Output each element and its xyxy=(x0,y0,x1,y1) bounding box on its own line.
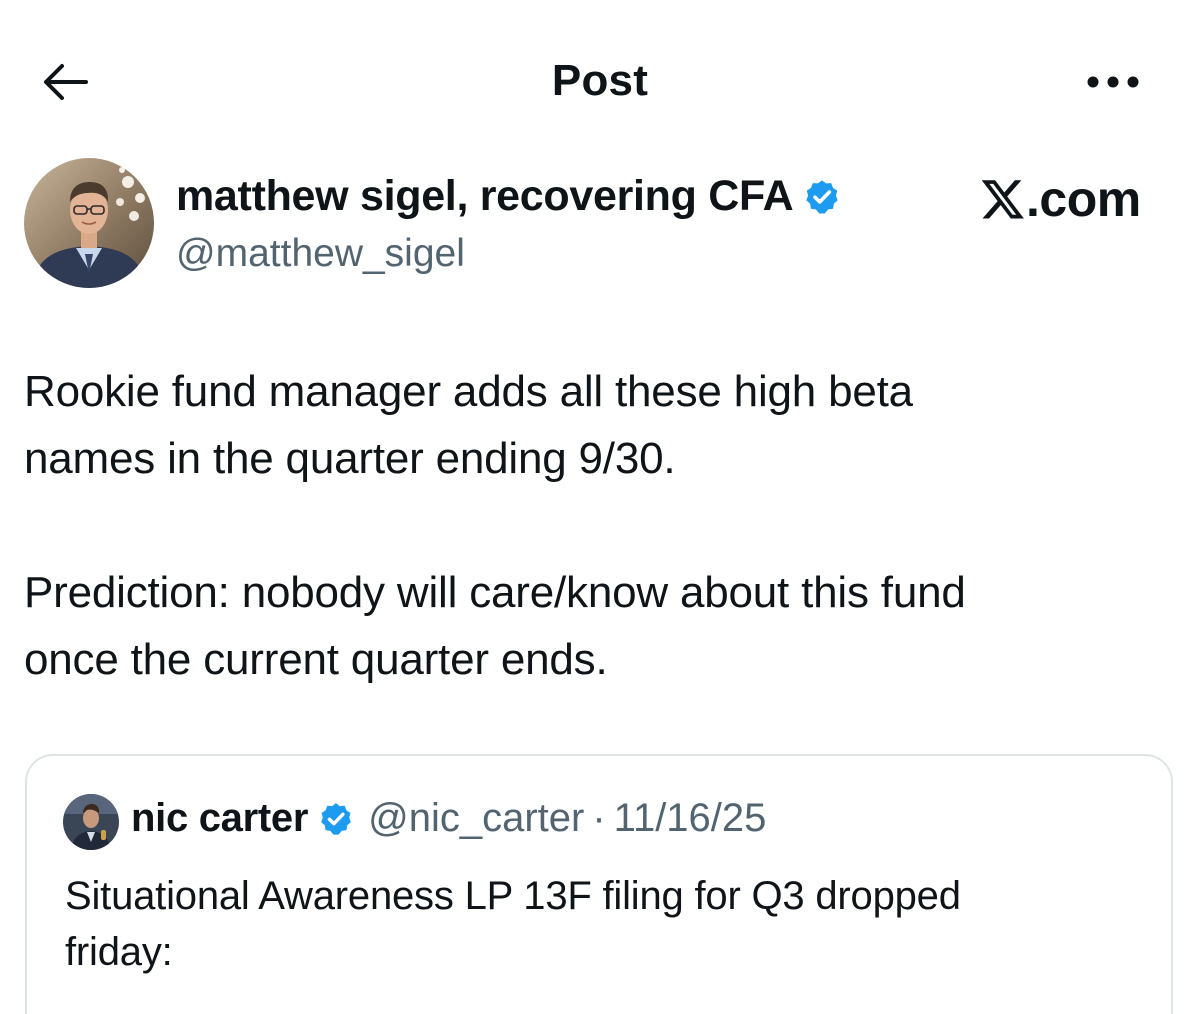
x-logo-icon xyxy=(980,176,1026,222)
quoted-text-line: friday: xyxy=(65,930,173,974)
author-block: matthew sigel, recovering CFA @matthew_s… xyxy=(24,158,1174,290)
author-name[interactable]: matthew sigel, recovering CFA xyxy=(176,172,794,221)
brand-watermark: .com xyxy=(980,170,1141,228)
quoted-post-text: Situational Awareness LP 13F filing for … xyxy=(65,868,1145,980)
post-text: Rookie fund manager adds all these high … xyxy=(24,358,1174,693)
brand-suffix: .com xyxy=(1026,171,1141,227)
author-handle[interactable]: @matthew_sigel xyxy=(176,232,465,276)
page-title: Post xyxy=(551,56,649,105)
quoted-author-avatar xyxy=(63,794,119,850)
separator-dot: · xyxy=(592,796,606,840)
top-bar: Post xyxy=(0,0,1200,160)
more-horizontal-icon xyxy=(1087,76,1139,88)
more-options-button[interactable] xyxy=(1078,60,1148,104)
post-paragraph-line: Prediction: nobody will care/know about … xyxy=(24,568,966,617)
quoted-author-name: nic carter xyxy=(131,796,309,840)
quoted-post-date: 11/16/25 xyxy=(613,796,767,840)
author-name-row: matthew sigel, recovering CFA xyxy=(176,172,841,221)
post-paragraph-line: names in the quarter ending 9/30. xyxy=(24,434,676,483)
verified-badge-icon xyxy=(803,178,841,216)
quoted-author-handle: @nic_carter xyxy=(368,796,585,840)
quoted-post-card[interactable]: nic carter @nic_carter · 11/16/25 Situat… xyxy=(25,754,1173,1014)
author-avatar[interactable] xyxy=(24,158,154,288)
post-paragraph-line: once the current quarter ends. xyxy=(24,635,608,684)
post-paragraph-line: Rookie fund manager adds all these high … xyxy=(24,367,913,416)
verified-badge-icon xyxy=(318,801,354,837)
quoted-text-line: Situational Awareness LP 13F filing for … xyxy=(65,874,961,918)
quoted-post-header: nic carter @nic_carter · 11/16/25 xyxy=(131,796,766,841)
post-page: Post matthew sigel, recovering CFA @matt… xyxy=(0,0,1200,1014)
